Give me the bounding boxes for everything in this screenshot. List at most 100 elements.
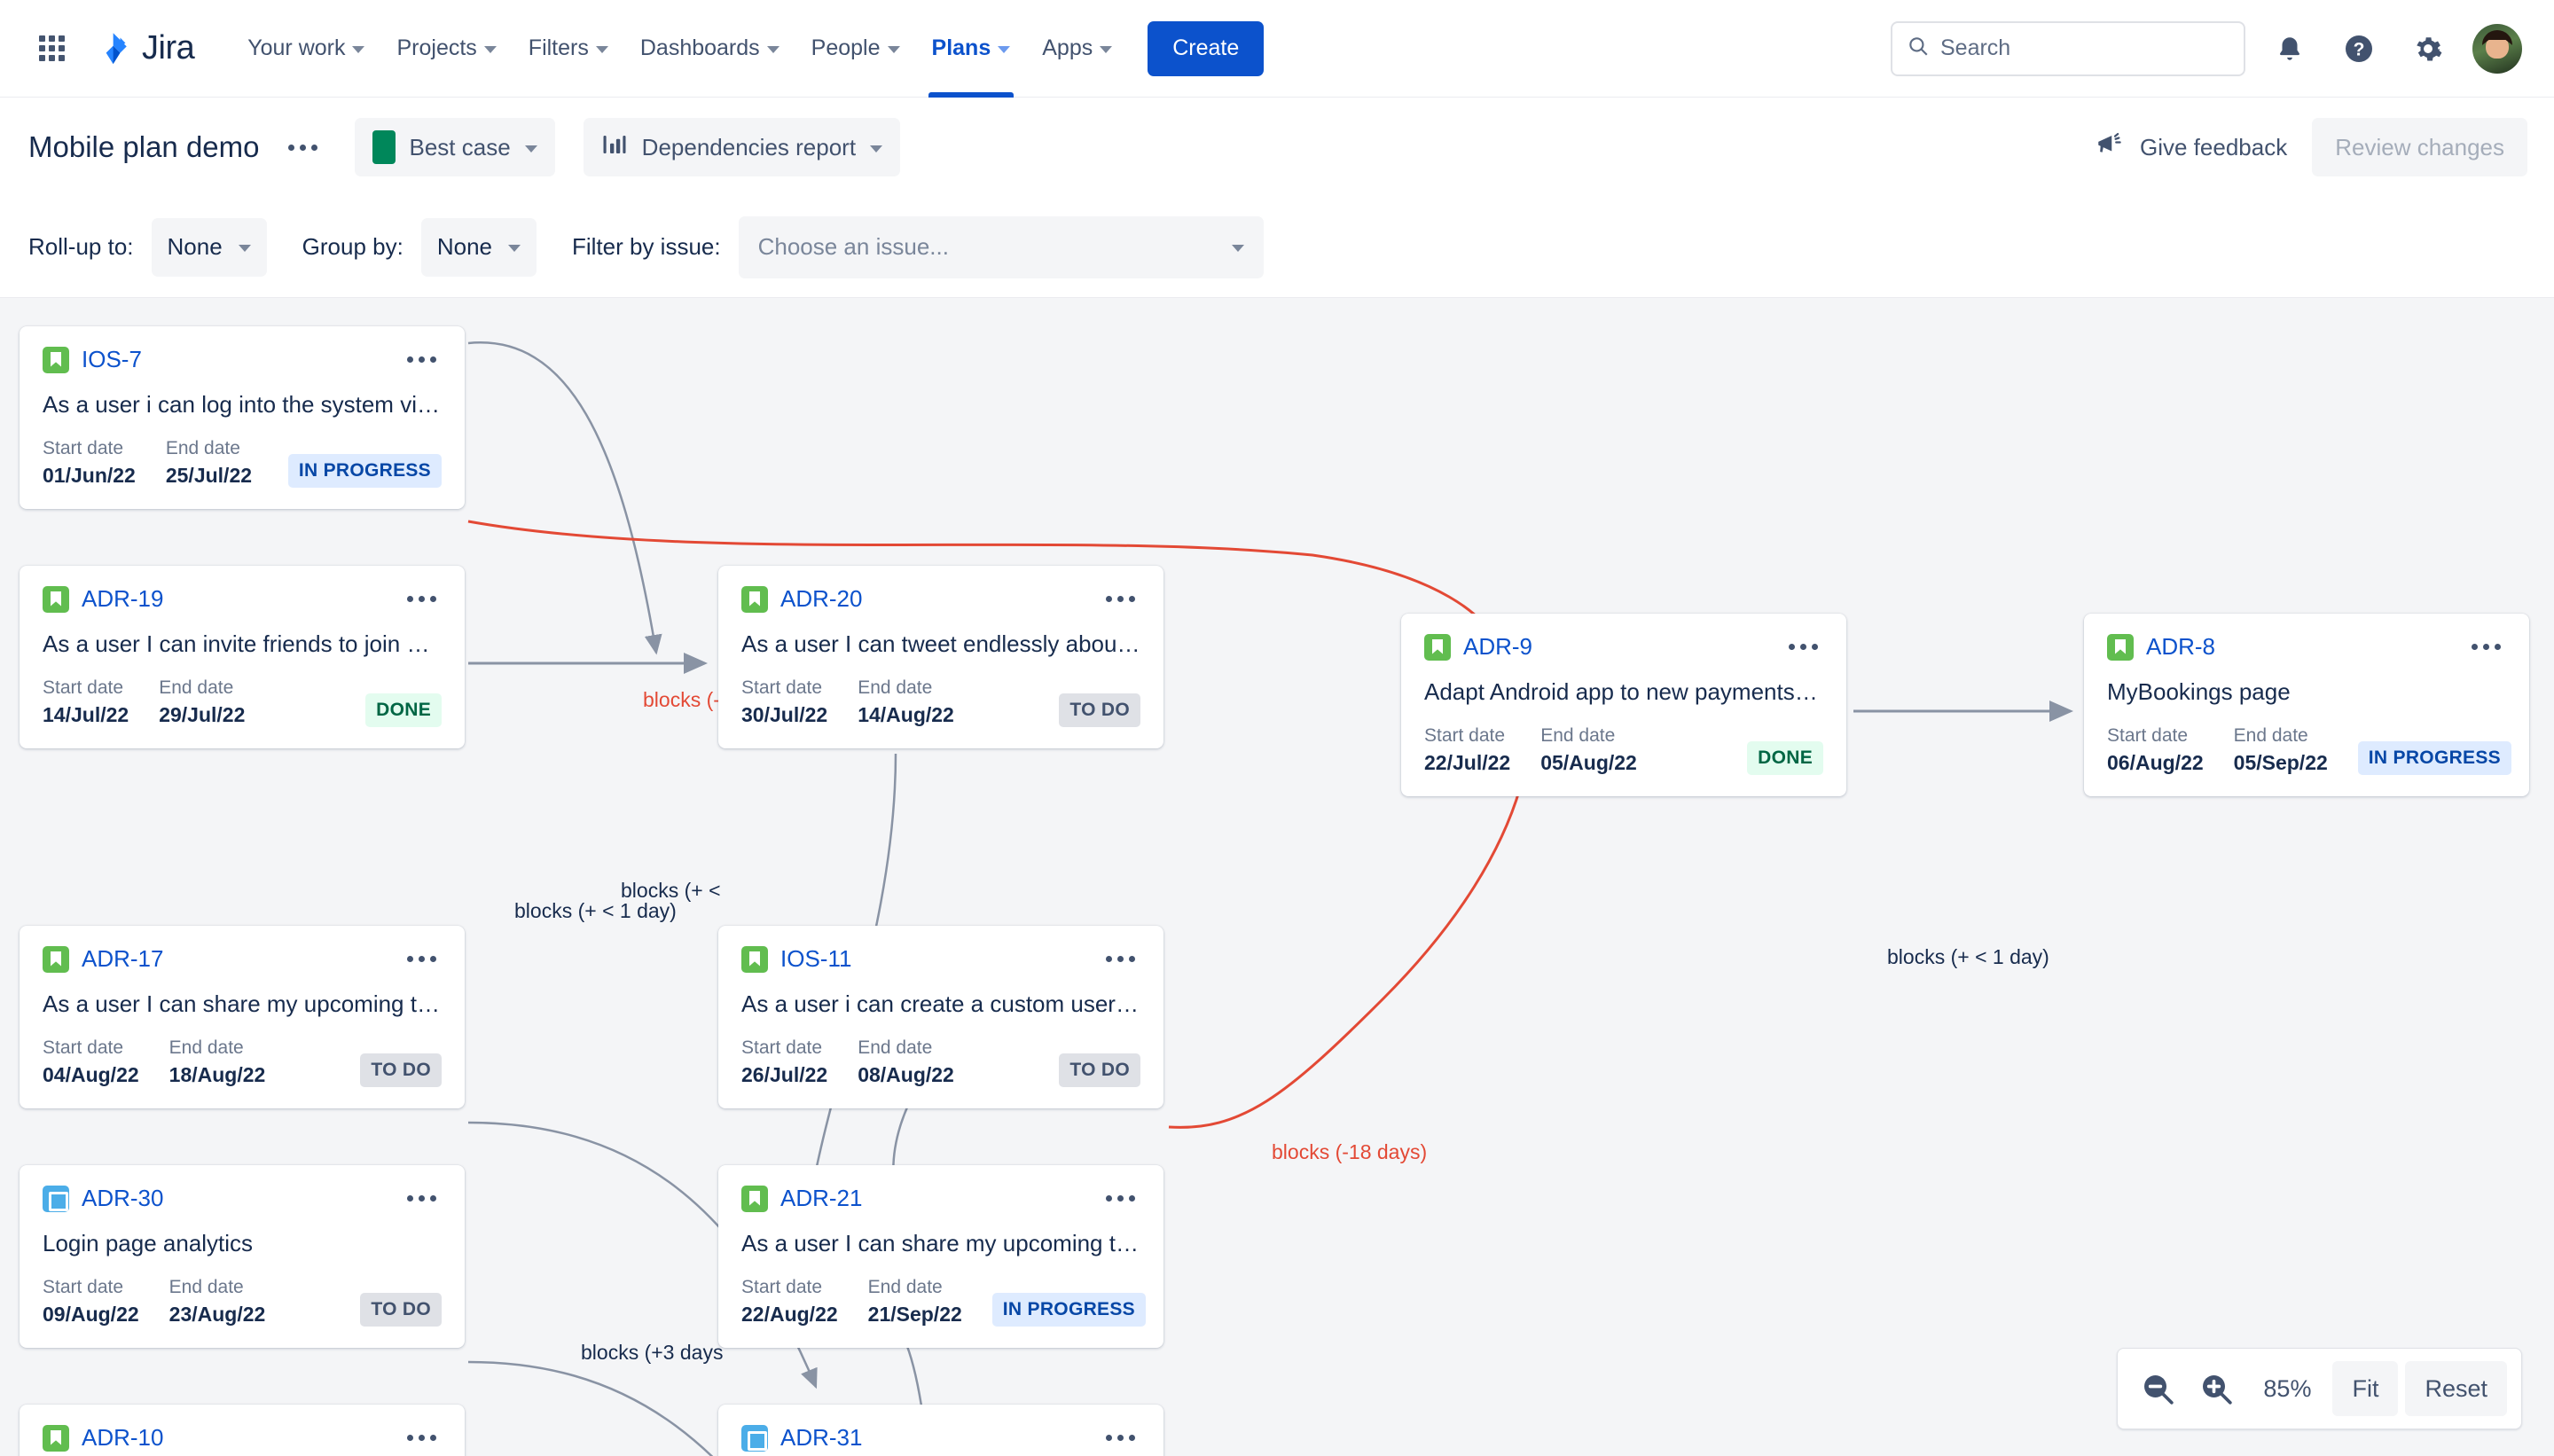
issue-key[interactable]: IOS-11: [780, 945, 851, 973]
view-selector[interactable]: Dependencies report: [583, 118, 901, 176]
end-date-value: 08/Aug/22: [858, 1063, 954, 1086]
create-button[interactable]: Create: [1148, 20, 1265, 76]
scenario-selector[interactable]: Best case: [354, 118, 555, 176]
nav-item-filters[interactable]: Filters: [513, 0, 624, 98]
card-more-actions-button[interactable]: [402, 353, 442, 366]
card-more-actions-button[interactable]: [402, 1431, 442, 1444]
issue-card-adr-21[interactable]: ADR-21 As a user I can share my upcoming…: [718, 1165, 1163, 1348]
zoom-in-icon[interactable]: [2190, 1363, 2242, 1414]
issue-key[interactable]: ADR-20: [780, 585, 862, 613]
nav-item-your-work[interactable]: Your work: [231, 0, 380, 98]
chevron-down-icon: [483, 46, 497, 53]
more-horizontal-icon: [407, 1435, 436, 1441]
card-more-actions-button[interactable]: [1101, 592, 1140, 606]
avatar[interactable]: [2472, 23, 2522, 74]
nav-item-plans[interactable]: Plans: [916, 0, 1027, 98]
end-date-field[interactable]: End date 05/Aug/22: [1540, 725, 1637, 775]
plan-more-actions-button[interactable]: [279, 139, 326, 156]
card-more-actions-button[interactable]: [2466, 640, 2506, 654]
nav-item-dashboards[interactable]: Dashboards: [624, 0, 795, 98]
start-date-field[interactable]: Start date 09/Aug/22: [43, 1277, 139, 1327]
card-more-actions-button[interactable]: [1101, 952, 1140, 966]
issue-card-adr-20[interactable]: ADR-20 As a user I can tweet endlessly a…: [718, 566, 1163, 748]
issue-card-adr-9[interactable]: ADR-9 Adapt Android app to new payments …: [1401, 614, 1846, 796]
gear-icon[interactable]: [2403, 24, 2453, 74]
card-more-actions-button[interactable]: [1783, 640, 1823, 654]
issue-key[interactable]: ADR-19: [82, 585, 163, 613]
issue-key[interactable]: IOS-7: [82, 346, 142, 373]
help-icon[interactable]: ?: [2334, 24, 2384, 74]
groupby-select[interactable]: None: [420, 217, 537, 277]
give-feedback-button[interactable]: Give feedback: [2080, 121, 2303, 175]
start-date-field[interactable]: Start date 04/Aug/22: [43, 1037, 139, 1087]
end-date-field[interactable]: End date 14/Aug/22: [858, 677, 954, 727]
end-date-field[interactable]: End date 29/Jul/22: [159, 677, 245, 727]
end-date-field[interactable]: End date 05/Sep/22: [2234, 725, 2328, 775]
app-switcher-icon[interactable]: [32, 29, 71, 68]
start-date-field[interactable]: Start date 22/Jul/22: [1424, 725, 1510, 775]
start-date-field[interactable]: Start date 26/Jul/22: [741, 1037, 827, 1087]
review-changes-button[interactable]: Review changes: [2312, 118, 2527, 176]
end-date-field[interactable]: End date 18/Aug/22: [169, 1037, 266, 1087]
notifications-icon[interactable]: [2265, 24, 2315, 74]
card-more-actions-button[interactable]: [402, 1192, 442, 1205]
chevron-down-icon: [524, 145, 537, 153]
nav-item-people[interactable]: People: [795, 0, 916, 98]
start-date-field[interactable]: Start date 14/Jul/22: [43, 677, 129, 727]
end-date-field[interactable]: End date 21/Sep/22: [868, 1277, 962, 1327]
issue-key[interactable]: ADR-9: [1463, 633, 1532, 661]
nav-item-label: Your work: [247, 35, 346, 60]
issue-card-ios-7[interactable]: IOS-7 As a user i can log into the syste…: [20, 326, 465, 509]
end-date-field[interactable]: End date 23/Aug/22: [169, 1277, 266, 1327]
search-box[interactable]: [1891, 20, 2245, 76]
story-type-icon: [43, 346, 69, 373]
zoom-reset-button[interactable]: Reset: [2405, 1361, 2507, 1416]
nav-item-label: Apps: [1042, 35, 1093, 60]
more-horizontal-icon: [1106, 596, 1135, 602]
issue-card-ios-11[interactable]: IOS-11 As a user i can create a custom u…: [718, 926, 1163, 1108]
start-date-field[interactable]: Start date 06/Aug/22: [2107, 725, 2204, 775]
nav-item-label: People: [811, 35, 881, 60]
zoom-out-icon[interactable]: [2132, 1363, 2183, 1414]
start-date-label: Start date: [43, 438, 124, 458]
nav-item-apps[interactable]: Apps: [1026, 0, 1128, 98]
card-more-actions-button[interactable]: [402, 592, 442, 606]
nav-item-projects[interactable]: Projects: [380, 0, 512, 98]
issue-key[interactable]: ADR-21: [780, 1185, 862, 1212]
issue-card-adr-8[interactable]: ADR-8 MyBookings page Start date 06/Aug/…: [2084, 614, 2529, 796]
start-date-value: 30/Jul/22: [741, 703, 828, 726]
card-more-actions-button[interactable]: [402, 952, 442, 966]
svg-text:?: ?: [2354, 39, 2365, 59]
issue-card-adr-30[interactable]: ADR-30 Login page analytics Start date 0…: [20, 1165, 465, 1348]
chevron-down-icon: [507, 245, 521, 252]
search-input[interactable]: [1940, 35, 2229, 61]
card-more-actions-button[interactable]: [1101, 1192, 1140, 1205]
end-date-field[interactable]: End date 08/Aug/22: [858, 1037, 954, 1087]
issue-filter-select[interactable]: Choose an issue...: [738, 215, 1264, 278]
issue-key[interactable]: ADR-10: [82, 1424, 163, 1452]
issue-key[interactable]: ADR-8: [2146, 633, 2215, 661]
issue-card-adr-31[interactable]: ADR-31: [718, 1405, 1163, 1456]
start-date-label: Start date: [741, 1277, 823, 1297]
start-date-field[interactable]: Start date 30/Jul/22: [741, 677, 827, 727]
jira-home-link[interactable]: Jira: [94, 29, 195, 67]
issue-summary: MyBookings page: [2107, 678, 2291, 705]
task-type-icon: [43, 1185, 69, 1212]
issue-card-adr-17[interactable]: ADR-17 As a user I can share my upcoming…: [20, 926, 465, 1108]
zoom-fit-button[interactable]: Fit: [2332, 1361, 2399, 1416]
issue-key[interactable]: ADR-31: [780, 1424, 862, 1452]
issue-card-adr-19[interactable]: ADR-19 As a user I can invite friends to…: [20, 566, 465, 748]
end-date-field[interactable]: End date 25/Jul/22: [166, 438, 252, 488]
issue-key[interactable]: ADR-30: [82, 1185, 163, 1212]
issue-summary: As a user I can tweet endlessly about m.…: [741, 630, 1140, 657]
dependency-graph-canvas[interactable]: blocks (-4 days) blocks (+ < blocks (+ <…: [0, 298, 2554, 1456]
issue-key[interactable]: ADR-17: [82, 945, 163, 973]
card-more-actions-button[interactable]: [1101, 1431, 1140, 1444]
rollup-select[interactable]: None: [151, 217, 267, 277]
issue-card-adr-10[interactable]: ADR-10: [20, 1405, 465, 1456]
start-date-field[interactable]: Start date 22/Aug/22: [741, 1277, 838, 1327]
start-date-field[interactable]: Start date 01/Jun/22: [43, 438, 136, 488]
card-dates: Start date 30/Jul/22 End date 14/Aug/22 …: [741, 677, 1140, 727]
chevron-down-icon: [998, 46, 1011, 53]
end-date-value: 05/Sep/22: [2233, 751, 2328, 774]
